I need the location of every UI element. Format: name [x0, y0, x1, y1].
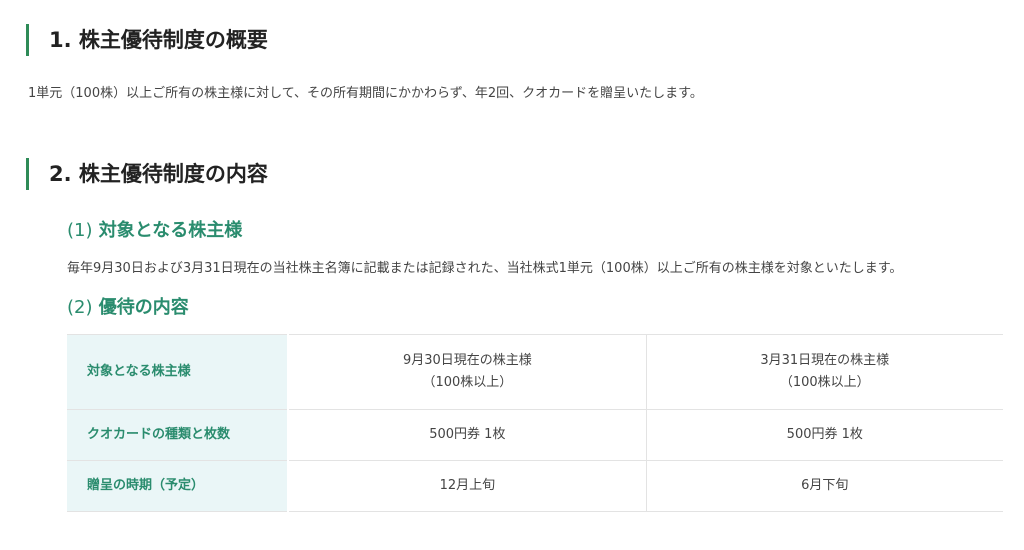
cell-text: 3月31日現在の株主様 — [760, 353, 890, 368]
cell-text: 12月上旬 — [439, 478, 496, 493]
subsection-2-heading: (2) 優待の内容 — [67, 293, 189, 319]
subsection-2-number: (2) — [67, 297, 93, 318]
section-2-heading: 2. 株主優待制度の内容 — [26, 158, 268, 190]
table-row: クオカードの種類と枚数 500円券 1枚 500円券 1枚 — [67, 409, 1003, 461]
benefit-table: 対象となる株主様 9月30日現在の株主様 （100株以上） 3月31日現在の株主… — [67, 334, 1003, 512]
subsection-2-title: 優待の内容 — [98, 297, 189, 318]
cell-march-timing: 6月下旬 — [645, 460, 1003, 512]
subsection-1-description: 毎年9月30日および3月31日現在の当社株主名簿に記載または記録された、当社株式… — [67, 261, 903, 276]
row-header-eligible-shareholders: 対象となる株主様 — [67, 334, 290, 410]
row-header-card-type: クオカードの種類と枚数 — [67, 409, 290, 461]
cell-text: 9月30日現在の株主様 — [402, 353, 532, 368]
cell-september-timing: 12月上旬 — [287, 460, 647, 512]
cell-march-card: 500円券 1枚 — [645, 409, 1003, 461]
subsection-1-heading: (1) 対象となる株主様 — [67, 216, 242, 242]
cell-text: 500円券 1枚 — [786, 427, 863, 442]
table-row: 贈呈の時期（予定） 12月上旬 6月下旬 — [67, 460, 1003, 512]
table-row: 対象となる株主様 9月30日現在の株主様 （100株以上） 3月31日現在の株主… — [67, 334, 1003, 410]
cell-march-eligible: 3月31日現在の株主様 （100株以上） — [645, 334, 1003, 410]
cell-text: 500円券 1枚 — [429, 427, 506, 442]
cell-text: （100株以上） — [779, 375, 870, 390]
cell-september-eligible: 9月30日現在の株主様 （100株以上） — [287, 334, 647, 410]
cell-text: 6月下旬 — [801, 478, 849, 493]
cell-text: （100株以上） — [422, 375, 513, 390]
section-1-heading: 1. 株主優待制度の概要 — [26, 24, 268, 56]
subsection-1-number: (1) — [67, 220, 93, 241]
row-header-delivery-timing: 贈呈の時期（予定） — [67, 460, 290, 512]
subsection-1-title: 対象となる株主様 — [98, 220, 243, 241]
section-1-description: 1単元（100株）以上ご所有の株主様に対して、その所有期間にかかわらず、年2回、… — [28, 86, 703, 101]
cell-september-card: 500円券 1枚 — [287, 409, 647, 461]
